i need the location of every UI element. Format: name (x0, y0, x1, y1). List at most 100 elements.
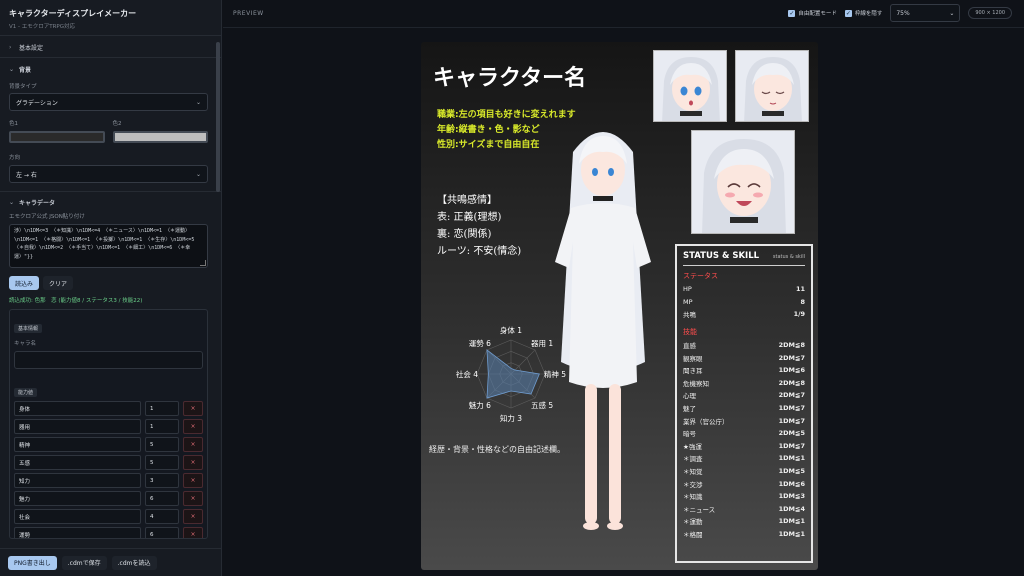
sidebar-scroll[interactable]: › 基本設定 ⌄ 背景 背景タイプ グラデーション ⌄ 色1 色2 方向 左 →… (0, 37, 222, 547)
chevron-down-icon: ⌄ (9, 66, 15, 73)
skills-row: ＊ニュース 1DM≦4 (683, 503, 805, 516)
stat-row: 精神 5 × (14, 437, 203, 452)
skills-name: 直感 (683, 342, 696, 351)
char-name-input[interactable] (14, 351, 203, 369)
skills-row: ＊交渉 1DM≦6 (683, 477, 805, 490)
checkmark-icon: ✓ (844, 9, 852, 17)
sidebar-scrollbar[interactable] (216, 42, 220, 192)
portrait-sleepy[interactable] (735, 50, 809, 122)
resize-handle[interactable] (200, 260, 206, 266)
bio-text[interactable]: 経歴・背景・性格などの自由記述欄。 (429, 444, 565, 455)
load-cdm-button[interactable]: .cdmを読込 (111, 555, 157, 570)
stat-list: 身体 1 × 器用 1 × 精神 5 × 五感 5 × 知力 3 × 魅力 6 × 社会 4 × 運勢 6 × (14, 401, 203, 538)
resonance-block[interactable]: 【共鳴感情】 表: 正義(理想) 裏: 恋(関係) ルーツ: 不安(情念) (437, 192, 521, 260)
ability-radar-chart: 身体 1 器用 1 精神 5 五感 5 知力 3 魅力 6 社会 4 運勢 6 (456, 325, 566, 423)
skills-row: ＊知覚 1DM≦5 (683, 465, 805, 478)
stat-name-input[interactable]: 精神 (14, 437, 141, 452)
checkmark-icon: ✓ (788, 9, 796, 17)
status-heading: ステータス (683, 272, 718, 280)
json-textarea[interactable]: 渉）\n1DM<=3 〈＊知識〉\n1DM<=4 〈＊ニュース〉\n1DM<=1… (9, 224, 208, 268)
skill-list: 直感 2DM≦8 観察眼 2DM≦7 聞き耳 1DM≦6 危機察知 2DM≦8 心理 2DM≦7 魅… (683, 339, 805, 541)
skills-value: 2DM≦7 (778, 353, 805, 362)
skills-name: ＊知覚 (683, 468, 703, 477)
basic-info-pill: 基本情報 (14, 324, 43, 333)
skills-value: 1DM≦6 (778, 366, 805, 375)
radar-label: 精神 5 (544, 369, 566, 379)
skills-name: ＊知識 (683, 493, 703, 502)
skills-row: ＊格闘 1DM≦1 (683, 528, 805, 541)
delete-stat-button[interactable]: × (183, 473, 203, 488)
delete-stat-button[interactable]: × (183, 527, 203, 538)
save-cdm-button[interactable]: .cdmで保存 (61, 555, 107, 570)
char-name-label: キャラ名 (14, 341, 37, 347)
stat-row: 魅力 6 × (14, 491, 203, 506)
delete-stat-button[interactable]: × (183, 491, 203, 506)
zoom-select[interactable]: 75% ⌄ (890, 4, 961, 22)
hide-frame-checkbox[interactable]: ✓ 枠線を隠す (844, 9, 882, 17)
status-list: HP 11 MP 8 共鳴 1/9 (683, 283, 805, 321)
skills-value: 1DM≦1 (778, 529, 805, 538)
stat-value-input[interactable]: 4 (145, 509, 179, 524)
status-name: HP (683, 285, 692, 294)
stat-value-input[interactable]: 3 (145, 473, 179, 488)
load-json-button[interactable]: 読込み (9, 276, 40, 290)
zoom-value: 75% (896, 9, 910, 17)
stat-name-input[interactable]: 五感 (14, 455, 141, 470)
app-root: キャラクターディスプレイメーカー V1 - エモクロアTRPG対応 › 基本設定… (0, 0, 1024, 576)
stat-row: 社会 4 × (14, 509, 203, 524)
clear-button[interactable]: クリア (43, 276, 74, 290)
bg-type-select[interactable]: グラデーション ⌄ (9, 93, 208, 111)
radar-label: 身体 1 (500, 325, 522, 335)
skills-value: 1DM≦1 (778, 517, 805, 526)
stat-value-input[interactable]: 1 (145, 401, 179, 416)
png-export-button[interactable]: PNG書き出し (8, 555, 57, 570)
delete-stat-button[interactable]: × (183, 419, 203, 434)
skills-row: 暗号 2DM≦5 (683, 427, 805, 440)
stat-value-input[interactable]: 1 (145, 419, 179, 434)
skills-value: 1DM≦7 (778, 441, 805, 450)
stat-name-input[interactable]: 魅力 (14, 491, 141, 506)
delete-stat-button[interactable]: × (183, 455, 203, 470)
skills-row: ＊運動 1DM≦1 (683, 515, 805, 528)
skills-row: 聞き耳 1DM≦6 (683, 364, 805, 377)
skills-value: 1DM≦1 (778, 454, 805, 463)
section-basic-settings[interactable]: › 基本設定 (0, 37, 222, 58)
radar-label: 知力 3 (500, 413, 522, 423)
stat-name-input[interactable]: 身体 (14, 401, 141, 416)
resonance-line: 裏: 恋(関係) (437, 229, 492, 240)
stat-name-input[interactable]: 社会 (14, 509, 141, 524)
ability-pill-wrap: 能力値 (14, 379, 203, 398)
stat-row: 器用 1 × (14, 419, 203, 434)
color1-swatch[interactable] (9, 131, 105, 143)
stat-value-input[interactable]: 6 (145, 527, 179, 538)
delete-stat-button[interactable]: × (183, 509, 203, 524)
skill-heading: 技能 (683, 327, 697, 336)
skills-row: 魅了 1DM≦7 (683, 402, 805, 415)
ability-pill: 能力値 (14, 388, 38, 397)
status-skill-box[interactable]: STATUS & SKILL status & skill ステータス HP 11… (675, 244, 813, 563)
stat-name-input[interactable]: 器用 (14, 419, 141, 434)
free-layout-checkbox[interactable]: ✓ 自由配置モード (788, 9, 837, 17)
direction-select[interactable]: 左 → 右 ⌄ (9, 165, 208, 183)
status-value: 8 (800, 297, 805, 306)
topbar-controls: ✓ 自由配置モード ✓ 枠線を隠す 75% ⌄ 900 × 1200 (788, 4, 1012, 22)
delete-stat-button[interactable]: × (183, 401, 203, 416)
stat-name-input[interactable]: 知力 (14, 473, 141, 488)
color2-label: 色2 (112, 121, 122, 127)
stat-name-input[interactable]: 運勢 (14, 527, 141, 538)
card-character-name[interactable]: キャラクター名 (433, 60, 586, 92)
section-background[interactable]: ⌄ 背景 (0, 59, 222, 80)
skills-value: 2DM≦8 (778, 341, 805, 350)
portrait-happy[interactable] (691, 130, 795, 234)
json-text: 渉）\n1DM<=3 〈＊知識〉\n1DM<=4 〈＊ニュース〉\n1DM<=1… (14, 228, 195, 260)
character-card[interactable]: キャラクター名 職業:左の項目も好きに変えれます 年齢:縦書き・色・影など 性別… (421, 42, 818, 570)
delete-stat-button[interactable]: × (183, 437, 203, 452)
direction-value: 左 → 右 (16, 171, 37, 179)
radar-value-polygon (486, 349, 540, 399)
stat-value-input[interactable]: 5 (145, 455, 179, 470)
section-chardata[interactable]: ⌄ キャラデータ (0, 191, 222, 212)
color2-swatch[interactable] (112, 131, 208, 143)
radar-label: 運勢 6 (469, 338, 491, 348)
stat-value-input[interactable]: 5 (145, 437, 179, 452)
stat-value-input[interactable]: 6 (145, 491, 179, 506)
